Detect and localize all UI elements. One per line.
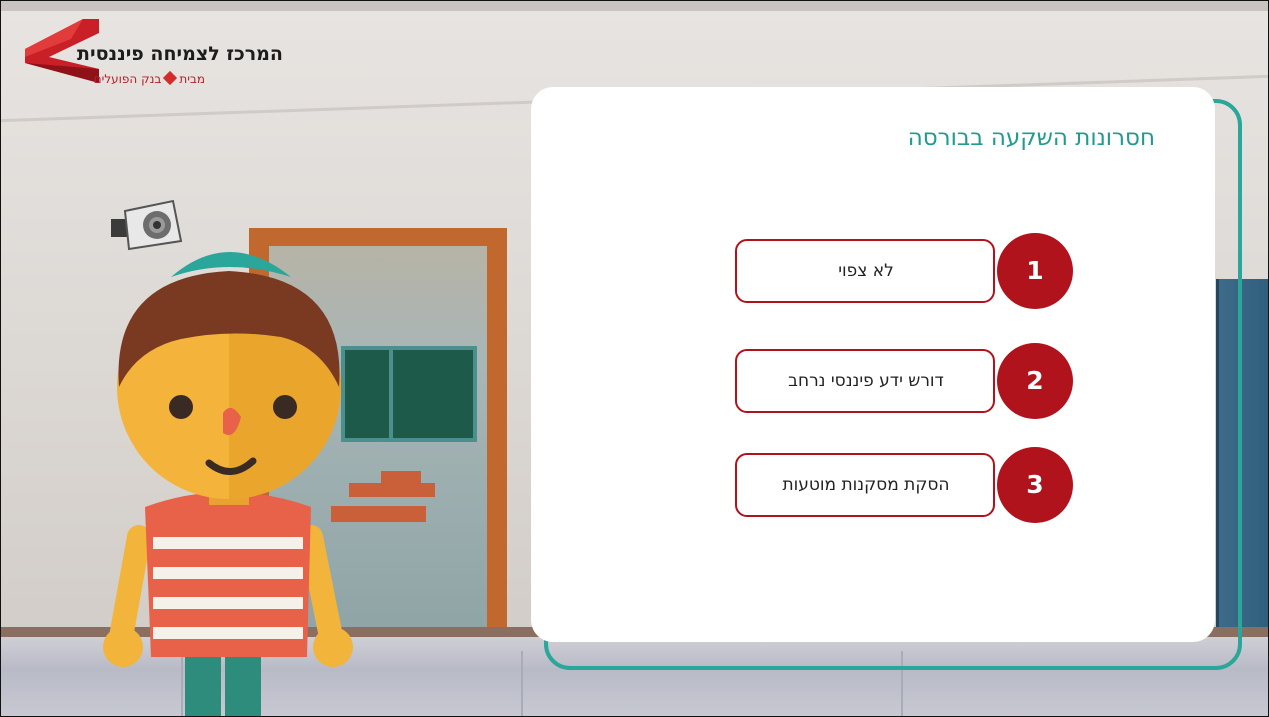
list-item-label: דורש ידע פיננסי נרחב: [788, 371, 944, 391]
list-item-label: לא צפוי: [838, 261, 894, 281]
floor-line: [521, 651, 523, 716]
cartoon-boy-illustration: [103, 252, 353, 716]
brand-title: המרכז לצמיחה פיננסית: [77, 43, 283, 65]
brand-logo: המרכז לצמיחה פיננסית מבית בנק הפועלים: [23, 17, 283, 87]
list-item-number-badge: 3: [997, 447, 1073, 523]
brand-subtitle-bank: בנק הפועלים: [93, 72, 162, 86]
chalkboard: [341, 346, 477, 442]
chalkboard-divider: [389, 346, 393, 442]
diamond-icon: [163, 70, 178, 86]
brand-subtitle: מבית בנק הפועלים: [93, 70, 205, 86]
brand-subtitle-prefix: מבית: [179, 72, 205, 86]
desk: [349, 483, 435, 497]
list-item-label: הסקת מסקנות מוטעות: [782, 475, 950, 495]
list-item-number-badge: 2: [997, 343, 1073, 419]
ceiling: [1, 1, 1268, 11]
panel-title: חסרונות השקעה בבורסה: [907, 125, 1155, 151]
chair: [381, 471, 421, 485]
slide-frame: המרכז לצמיחה פיננסית מבית בנק הפועלים חסר…: [0, 0, 1269, 717]
content-panel: חסרונות השקעה בבורסה לא צפוי 1 דורש ידע …: [531, 87, 1215, 642]
list-item-number-badge: 1: [997, 233, 1073, 309]
